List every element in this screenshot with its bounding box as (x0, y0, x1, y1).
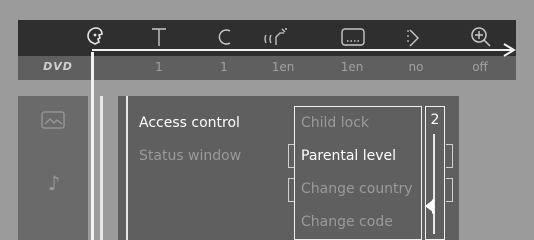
angle-icon[interactable] (398, 24, 428, 50)
dvd-logo: DVD (43, 60, 73, 73)
audio-icon[interactable] (262, 24, 292, 50)
music-note-icon[interactable]: ♪ (44, 172, 64, 194)
submenu-item-change-country[interactable]: Change country (301, 181, 413, 197)
subtitle-icon[interactable] (338, 24, 368, 50)
submenu-item-parental-level[interactable]: Parental level (301, 148, 396, 164)
chapter-icon[interactable] (209, 24, 239, 50)
user-icon[interactable] (80, 24, 110, 50)
preferences-line (126, 96, 128, 240)
parental-level-value: 2 (430, 112, 440, 128)
zoom-icon[interactable] (466, 24, 496, 50)
title-icon[interactable] (144, 24, 174, 50)
audio-value: 1en (271, 60, 295, 74)
menu-vertical-line (91, 52, 94, 240)
option-bracket-right-2 (446, 178, 453, 202)
option-bracket-right (446, 144, 453, 168)
title-value: 1 (155, 60, 163, 74)
scroller-track (433, 134, 435, 234)
access-control-submenu: Child lock Parental level Change country… (294, 106, 422, 240)
submenu-item-change-code[interactable]: Change code (301, 214, 393, 230)
submenu-item-child-lock[interactable]: Child lock (301, 115, 369, 131)
scroller-dots (431, 198, 437, 214)
menu-item-access-control[interactable]: Access control (139, 115, 240, 131)
chapter-value: 1 (220, 60, 228, 74)
subtitle-value: 1en (340, 60, 364, 74)
picture-icon[interactable] (40, 110, 66, 134)
side-menu-line (100, 96, 103, 240)
zoom-value: off (472, 60, 488, 74)
angle-value: no (408, 60, 424, 74)
menu-item-status-window[interactable]: Status window (139, 148, 241, 164)
